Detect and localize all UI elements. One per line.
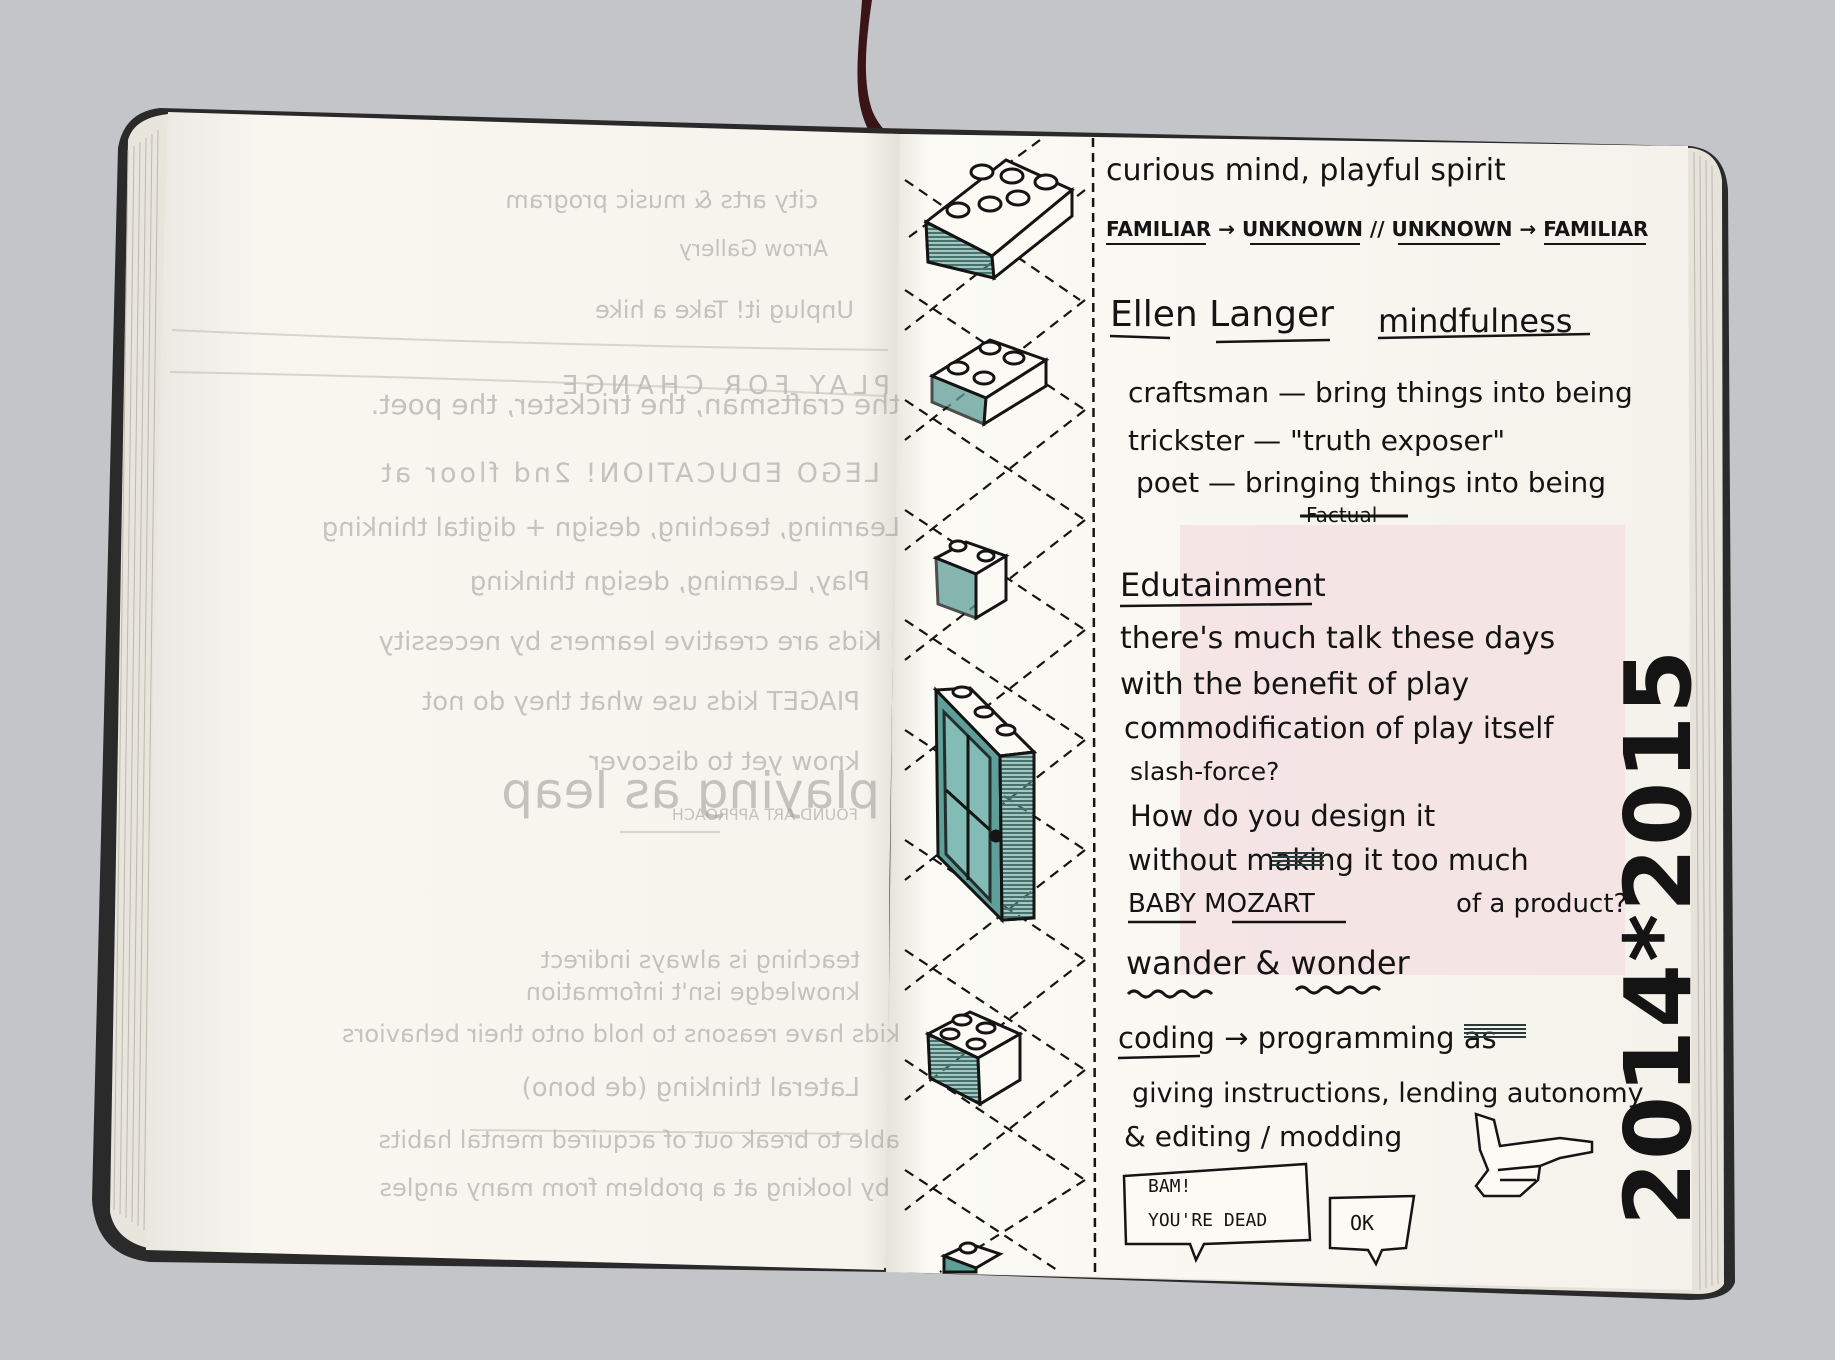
- bubble-text-bam: BAM!: [1148, 1176, 1191, 1197]
- year-stamp-text: 2014*2015: [1605, 648, 1712, 1226]
- bleed-line-11: knowledge isn't information: [526, 978, 860, 1006]
- note-giving-instructions: giving instructions, lending autonomy: [1132, 1078, 1644, 1109]
- bleed-line-5: Kids are creative learners by necessity: [379, 627, 882, 657]
- bleed-line-3: Learning, teaching, design + digital thi…: [322, 513, 900, 543]
- notebook-scan: city arts & music program Arrow Gallery …: [92, 0, 1735, 1300]
- bleed-top-2: Arrow Gallery: [679, 237, 828, 262]
- bubble-text-ok: OK: [1350, 1211, 1374, 1235]
- note-wander-wonder: wander & wonder: [1126, 944, 1411, 982]
- bleed-line-6: PIAGET kids use what they do not: [422, 687, 860, 717]
- note-para-1: there's much talk these days: [1120, 621, 1555, 656]
- bleed-line-12: kids have reasons to hold onto their beh…: [342, 1020, 900, 1048]
- note-of-a-product: of a product?: [1456, 889, 1627, 919]
- scribble-block: [1464, 1022, 1526, 1038]
- note-baby-mozart: BABY MOZART: [1128, 889, 1315, 919]
- note-trickster: trickster — "truth exposer": [1128, 424, 1505, 457]
- note-heading-ellen-langer: Ellen Langer: [1110, 294, 1334, 335]
- note-coding: coding → programming as: [1118, 1021, 1497, 1055]
- bleed-line-14: able to break out of acquired mental hab…: [379, 1126, 900, 1154]
- note-para-4: slash-force?: [1130, 757, 1279, 786]
- bleed-line-10: teaching is always indirect: [541, 946, 860, 974]
- note-para-2: with the benefit of play: [1120, 667, 1469, 702]
- bleed-line-2: LEGO EDUCATION! 2nd floor at: [378, 458, 880, 489]
- note-poet: poet — bringing things into being: [1136, 466, 1606, 499]
- lego-brick-icon: [932, 539, 1010, 621]
- bubble-text-youre-dead: YOU'RE DEAD: [1148, 1210, 1267, 1231]
- note-editing-modding: & editing / modding: [1124, 1120, 1402, 1153]
- year-stamp: 2014*2015: [1605, 648, 1712, 1226]
- scribble-block: [1272, 852, 1324, 868]
- note-curious-mind: curious mind, playful spirit: [1106, 153, 1506, 188]
- note-heading-edutainment: Edutainment: [1120, 566, 1326, 604]
- bleed-line-9: FOUND ART APPROACH: [672, 805, 858, 824]
- note-para-3: commodification of play itself: [1124, 711, 1554, 745]
- note-craftsman: craftsman — bring things into being: [1128, 376, 1633, 409]
- note-familiar-unknown: FAMILIAR → UNKNOWN // UNKNOWN → FAMILIAR: [1106, 217, 1648, 241]
- bleed-top-3: Unplug it! Take a hike: [595, 296, 854, 324]
- note-para-5: How do you design it: [1130, 799, 1435, 833]
- note-para-6: without making it too much: [1128, 843, 1529, 877]
- bleed-line-13: Lateral thinking (de bono): [522, 1073, 860, 1103]
- bleed-top-1: city arts & music program: [505, 186, 818, 214]
- bleed-line-4: Play, Learning, design thinking: [470, 567, 870, 597]
- bleed-line-15: by looking at a problem from many angles: [380, 1174, 890, 1202]
